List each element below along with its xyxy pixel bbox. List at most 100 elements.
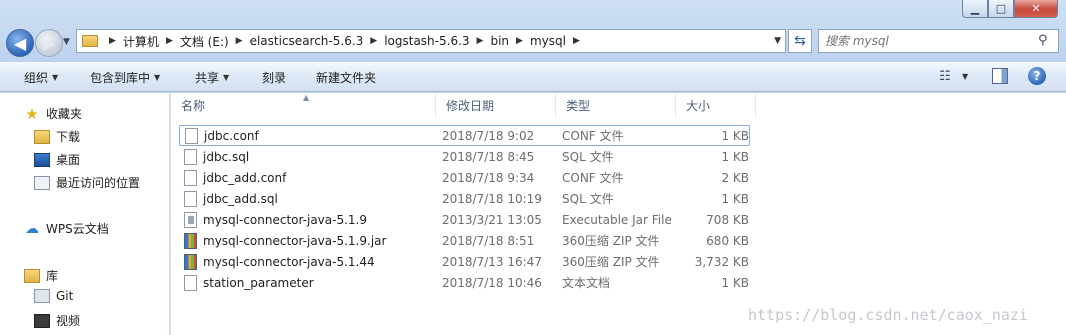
search-input[interactable] [818, 29, 1059, 53]
chevron-right-icon[interactable]: ▶ [236, 36, 243, 46]
refresh-button[interactable]: ⇆ [788, 29, 812, 53]
file-type: SQL 文件 [562, 150, 614, 164]
address-bar[interactable]: ▶ 计算机 ▶ 文档 (E:) ▶ elasticsearch-5.6.3 ▶ … [76, 29, 786, 53]
file-type: 360压缩 ZIP 文件 [562, 255, 660, 269]
nav-item-label: 收藏夹 [46, 107, 83, 121]
file-size: 1 KB [721, 128, 749, 143]
file-date: 2018/7/18 9:02 [442, 128, 535, 143]
chevron-right-icon[interactable]: ▶ [477, 36, 484, 46]
share-label: 共享 [195, 71, 220, 85]
file-row[interactable]: mysql-connector-java-5.1.44 2018/7/13 16:… [171, 251, 771, 272]
nav-item-label: 桌面 [56, 153, 81, 167]
chevron-right-icon[interactable]: ▶ [516, 36, 523, 46]
nav-item-libraries[interactable]: 库 [24, 267, 58, 284]
library-icon [24, 268, 40, 283]
file-name-cell[interactable]: jdbc_add.sql [179, 188, 278, 209]
recent-pages-dropdown-icon[interactable]: ▼ [63, 37, 70, 47]
breadcrumb-elasticsearch[interactable]: elasticsearch-5.6.3 [250, 34, 364, 48]
file-row[interactable]: mysql-connector-java-5.1.9.jar 2018/7/18 … [171, 230, 771, 251]
file-row[interactable]: jdbc_add.sql 2018/7/18 10:19 SQL 文件 1 KB [171, 188, 771, 209]
back-button[interactable]: ◀ [6, 29, 34, 57]
file-type: 360压缩 ZIP 文件 [562, 234, 660, 248]
nav-item-label: 库 [46, 269, 59, 283]
breadcrumb-drive-e[interactable]: 文档 (E:) [180, 33, 229, 50]
new-folder-label: 新建文件夹 [316, 71, 377, 85]
file-name: jdbc.sql [203, 149, 250, 164]
new-folder-button[interactable]: 新建文件夹 [316, 69, 376, 86]
file-row[interactable]: mysql-connector-java-5.1.9 2013/3/21 13:0… [171, 209, 771, 230]
file-size: 1 KB [721, 149, 749, 164]
chevron-right-icon[interactable]: ▶ [370, 36, 377, 46]
column-header-label: 修改日期 [446, 98, 495, 113]
close-button[interactable]: ✕ [1014, 0, 1058, 18]
arrow-right-icon: ▶ [42, 33, 56, 53]
breadcrumb-mysql[interactable]: mysql [530, 34, 566, 48]
document-icon [184, 190, 197, 207]
folder-icon [82, 35, 98, 47]
column-header-date[interactable]: 修改日期 [436, 93, 556, 117]
column-header-label: 大小 [686, 98, 711, 113]
help-icon[interactable]: ? [1028, 67, 1046, 85]
document-icon [184, 148, 197, 165]
minimize-button[interactable]: ▁ [962, 0, 988, 18]
breadcrumb-computer[interactable]: 计算机 [123, 33, 159, 50]
file-date: 2013/3/21 13:05 [442, 212, 542, 227]
column-header-size[interactable]: 大小 [676, 93, 756, 117]
file-row[interactable]: jdbc.conf 2018/7/18 9:02 CONF 文件 1 KB [171, 125, 771, 146]
burn-label: 刻录 [262, 71, 287, 85]
maximize-button[interactable]: □ [988, 0, 1014, 18]
address-history-dropdown-icon[interactable]: ▼ [774, 36, 781, 46]
search-icon[interactable]: ⚲ [1038, 33, 1048, 48]
breadcrumb-bin[interactable]: bin [490, 34, 509, 48]
include-in-library-button[interactable]: 包含到库中 ▼ [90, 69, 160, 86]
file-name: station_parameter [203, 275, 314, 290]
command-bar: 组织 ▼ 包含到库中 ▼ 共享 ▼ 刻录 新建文件夹 [0, 62, 1066, 92]
file-type: CONF 文件 [562, 129, 624, 143]
nav-item-label: 视频 [56, 314, 81, 328]
breadcrumb-logstash[interactable]: logstash-5.6.3 [384, 34, 469, 48]
column-header-type[interactable]: 类型 [556, 93, 676, 117]
file-name-cell[interactable]: jdbc.sql [179, 146, 249, 167]
nav-item-recent-places[interactable]: 最近访问的位置 [34, 174, 140, 191]
file-name-cell[interactable]: mysql-connector-java-5.1.9.jar [179, 230, 386, 251]
file-name-cell[interactable]: mysql-connector-java-5.1.9 [179, 209, 367, 230]
organize-button[interactable]: 组织 ▼ [24, 69, 58, 86]
nav-item-downloads[interactable]: 下载 [34, 128, 80, 145]
file-name: mysql-connector-java-5.1.9 [203, 212, 368, 227]
document-icon [184, 274, 197, 291]
file-name-cell[interactable]: station_parameter [179, 272, 314, 293]
navigation-pane: ★ 收藏夹 下载 桌面 最近访问的位置 ☁ WPS云文档 库 Git 视频 [0, 93, 170, 335]
preview-pane-icon[interactable] [992, 68, 1008, 84]
sort-ascending-icon: ▲ [303, 93, 310, 102]
nav-item-git[interactable]: Git [34, 289, 73, 303]
file-row[interactable]: jdbc_add.conf 2018/7/18 9:34 CONF 文件 2 KB [171, 167, 771, 188]
file-type: CONF 文件 [562, 171, 624, 185]
share-button[interactable]: 共享 ▼ [195, 69, 229, 86]
file-type: 文本文档 [562, 276, 611, 290]
chevron-right-icon[interactable]: ▶ [109, 36, 116, 46]
file-size: 3,732 KB [694, 254, 749, 269]
burn-button[interactable]: 刻录 [262, 69, 286, 86]
view-options-dropdown-icon[interactable]: ▼ [962, 72, 968, 81]
change-view-icon[interactable]: ☷ [936, 68, 954, 84]
nav-item-videos[interactable]: 视频 [34, 312, 80, 329]
refresh-icon: ⇆ [794, 33, 806, 49]
file-date: 2018/7/18 9:34 [442, 170, 535, 185]
nav-item-label: Git [56, 289, 74, 303]
file-row[interactable]: station_parameter 2018/7/18 10:46 文本文档 1 KB [171, 272, 771, 293]
caret-down-icon: ▼ [52, 73, 59, 82]
nav-item-desktop[interactable]: 桌面 [34, 151, 80, 168]
document-icon [184, 169, 197, 186]
nav-item-wps-cloud[interactable]: ☁ WPS云文档 [24, 220, 109, 237]
chevron-right-icon[interactable]: ▶ [166, 36, 173, 46]
file-row[interactable]: jdbc.sql 2018/7/18 8:45 SQL 文件 1 KB [171, 146, 771, 167]
forward-button[interactable]: ▶ [35, 29, 63, 57]
file-name-cell[interactable]: mysql-connector-java-5.1.44 [179, 251, 375, 272]
window-controls: ▁ □ ✕ [962, 0, 1058, 18]
file-name-cell[interactable]: jdbc_add.conf [179, 167, 286, 188]
file-date: 2018/7/18 8:51 [442, 233, 535, 248]
chevron-right-icon[interactable]: ▶ [573, 36, 580, 46]
file-type: Executable Jar File [562, 212, 672, 227]
nav-item-favorites[interactable]: ★ 收藏夹 [24, 105, 83, 123]
file-date: 2018/7/18 8:45 [442, 149, 535, 164]
